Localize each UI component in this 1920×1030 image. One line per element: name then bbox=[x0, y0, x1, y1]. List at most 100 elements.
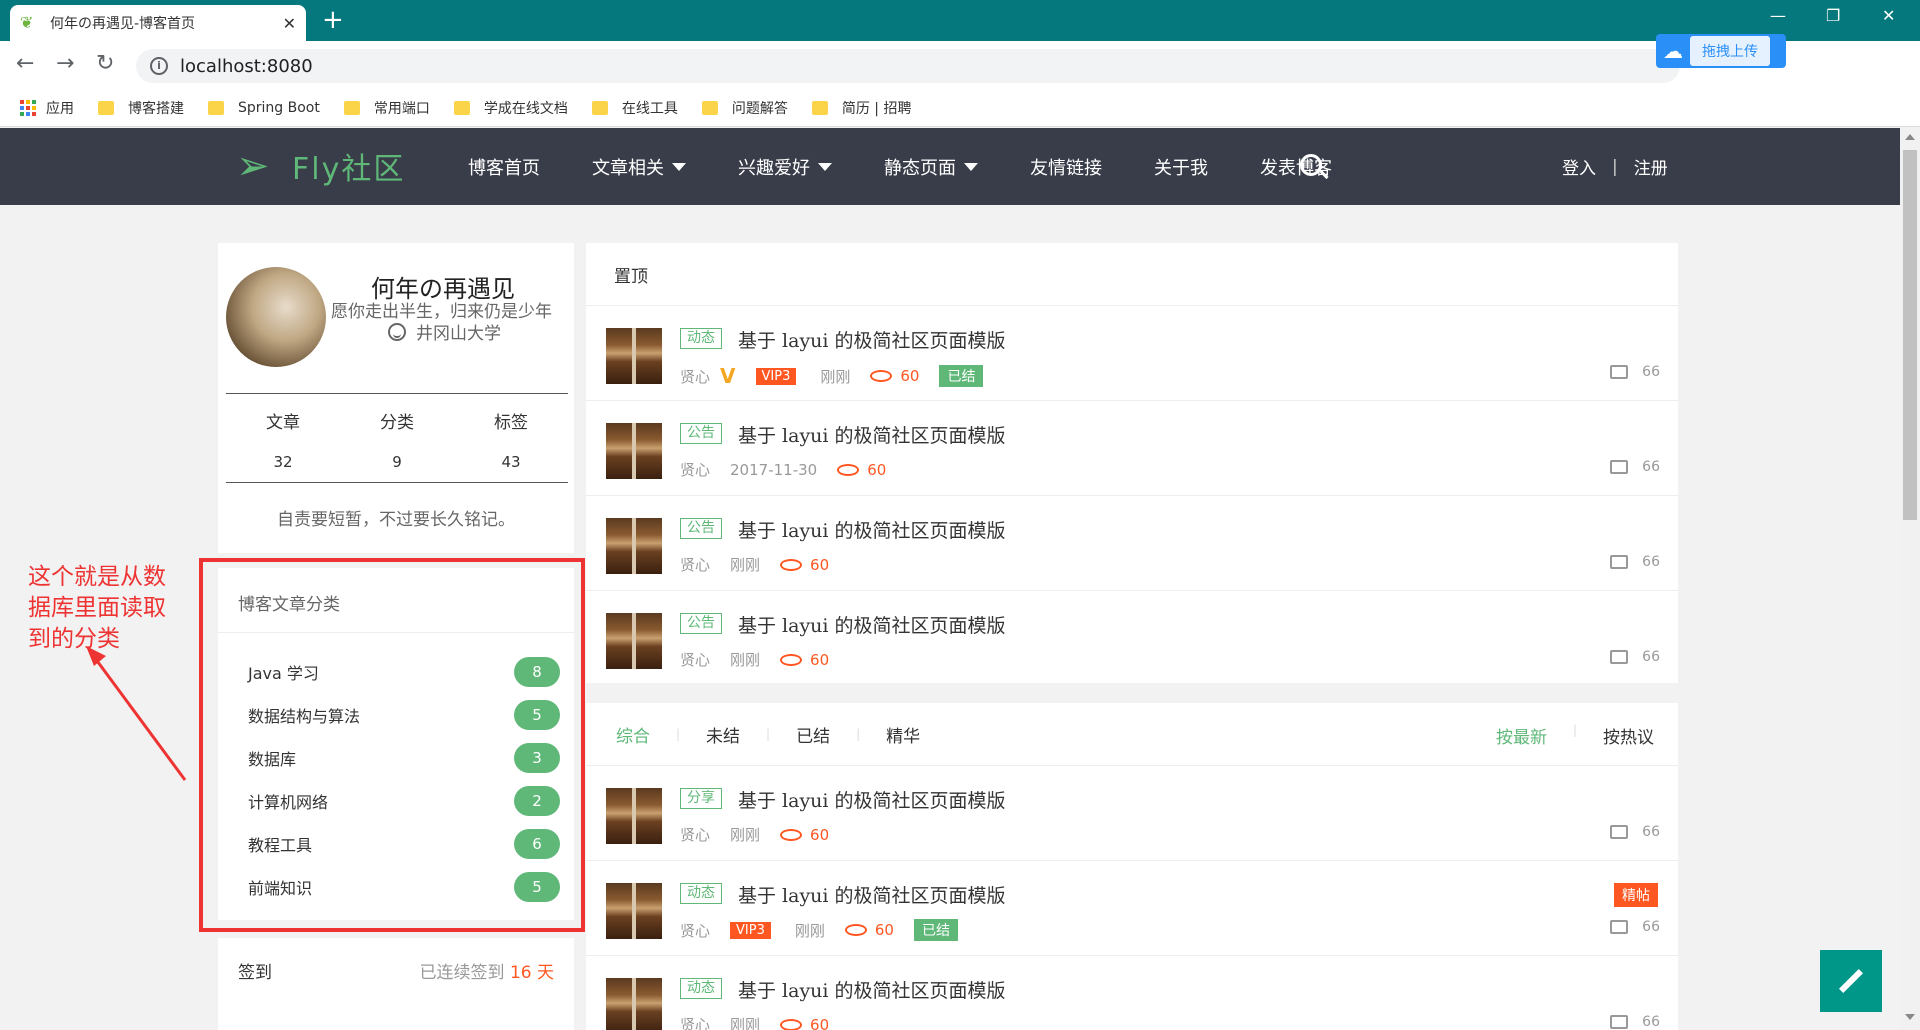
address-bar: ← → ↻ i localhost:8080 ✱ ● ⋮ bbox=[0, 41, 1920, 116]
post-item[interactable]: 分享 基于 layui 的极简社区页面模版 贤心 刚刚 60 66 bbox=[586, 766, 1678, 861]
close-window-icon[interactable]: ✕ bbox=[1882, 6, 1895, 25]
post-author[interactable]: 贤心 bbox=[680, 649, 710, 670]
stat-value: 32 bbox=[273, 453, 293, 471]
post-views: 60 bbox=[870, 367, 919, 385]
post-title[interactable]: 基于 layui 的极简社区页面模版 bbox=[738, 976, 1006, 1003]
site-logo[interactable]: ➢ Fly社区 bbox=[236, 142, 405, 190]
nav-label: 兴趣爱好 bbox=[738, 157, 810, 179]
nav-item-about[interactable]: 关于我 bbox=[1154, 154, 1208, 180]
scroll-up-icon[interactable] bbox=[1905, 134, 1915, 140]
login-link[interactable]: 登入 bbox=[1562, 154, 1596, 179]
nav-item-static-pages[interactable]: 静态页面 bbox=[884, 154, 978, 180]
vip-badge: VIP3 bbox=[755, 367, 797, 385]
views-icon bbox=[780, 558, 803, 571]
post-thumbnail[interactable] bbox=[606, 328, 662, 384]
post-time: 2017-11-30 bbox=[730, 460, 818, 479]
stat-label: 分类 bbox=[380, 413, 414, 433]
forward-icon[interactable]: → bbox=[56, 51, 74, 76]
post-thumbnail[interactable] bbox=[606, 518, 662, 574]
post-author[interactable]: 贤心 bbox=[680, 459, 710, 480]
bookmark-folder[interactable]: 常用端口 bbox=[343, 98, 430, 118]
back-icon[interactable]: ← bbox=[16, 51, 34, 76]
filter-unresolved[interactable]: 未结 bbox=[706, 722, 740, 747]
filter-featured[interactable]: 精华 bbox=[886, 722, 920, 747]
new-tab-button[interactable]: + bbox=[322, 5, 344, 35]
nav-item-articles[interactable]: 文章相关 bbox=[592, 154, 686, 180]
filter-bar: 综合 | 未结 | 已结 | 精华 按最新 | 按热议 bbox=[586, 703, 1678, 766]
post-item[interactable]: 公告 基于 layui 的极简社区页面模版 贤心 刚刚 60 66 bbox=[586, 591, 1678, 686]
minimize-icon[interactable]: — bbox=[1770, 6, 1786, 25]
nav-item-home[interactable]: 博客首页 bbox=[468, 154, 540, 180]
page-scrollbar[interactable] bbox=[1900, 128, 1920, 1030]
signin-panel: 签到 已连续签到 16 天 bbox=[218, 938, 574, 1030]
nav-item-links[interactable]: 友情链接 bbox=[1030, 154, 1102, 180]
signin-label[interactable]: 签到 bbox=[238, 958, 272, 983]
info-icon[interactable]: i bbox=[150, 57, 168, 75]
post-title[interactable]: 基于 layui 的极简社区页面模版 bbox=[738, 786, 1006, 813]
post-thumbnail[interactable] bbox=[606, 788, 662, 844]
stat-articles[interactable]: 文章 32 bbox=[226, 394, 340, 482]
post-title[interactable]: 基于 layui 的极简社区页面模版 bbox=[738, 326, 1006, 353]
sort-hottest[interactable]: 按热议 bbox=[1603, 723, 1654, 748]
post-item[interactable]: 公告 基于 layui 的极简社区页面模版 贤心 2017-11-30 60 6… bbox=[586, 401, 1678, 496]
nav-item-hobbies[interactable]: 兴趣爱好 bbox=[738, 154, 832, 180]
post-item[interactable]: 动态 基于 layui 的极简社区页面模版 贤心 刚刚 60 66 bbox=[586, 956, 1678, 1030]
views-count: 60 bbox=[867, 460, 887, 479]
post-tag: 公告 bbox=[680, 518, 722, 539]
bookmark-label: 应用 bbox=[46, 100, 74, 117]
verified-icon: V bbox=[720, 364, 736, 388]
post-item[interactable]: 动态 基于 layui 的极简社区页面模版 精帖 贤心 VIP3 刚刚 60 已… bbox=[586, 861, 1678, 956]
bookmark-folder[interactable]: 问题解答 bbox=[701, 98, 788, 118]
url-field[interactable]: i localhost:8080 bbox=[136, 49, 1680, 83]
bookmark-folder[interactable]: 简历 | 招聘 bbox=[811, 98, 911, 118]
stat-categories[interactable]: 分类 9 bbox=[340, 394, 454, 482]
bookmark-folder[interactable]: 博客搭建 bbox=[98, 98, 184, 118]
post-thumbnail[interactable] bbox=[606, 978, 662, 1030]
nav-label: 静态页面 bbox=[884, 157, 956, 179]
post-author[interactable]: 贤心 bbox=[680, 1014, 710, 1030]
sort-newest[interactable]: 按最新 bbox=[1496, 723, 1547, 748]
post-comments: 66 bbox=[1610, 919, 1660, 935]
post-author[interactable]: 贤心 bbox=[680, 554, 710, 575]
post-author[interactable]: 贤心 bbox=[680, 366, 710, 387]
post-author[interactable]: 贤心 bbox=[680, 920, 710, 941]
post-title[interactable]: 基于 layui 的极简社区页面模版 bbox=[738, 611, 1006, 638]
filter-all[interactable]: 综合 bbox=[616, 722, 650, 747]
annotation-highlight-box bbox=[199, 558, 585, 932]
scroll-down-icon[interactable] bbox=[1905, 1014, 1915, 1020]
avatar[interactable] bbox=[226, 267, 326, 367]
bookmark-folder[interactable]: 在线工具 bbox=[591, 98, 678, 118]
post-item[interactable]: 公告 基于 layui 的极简社区页面模版 贤心 刚刚 60 66 bbox=[586, 496, 1678, 591]
browser-tab-bar: ❦ 何年の再遇见-博客首页 ✕ + — ❐ ✕ bbox=[0, 0, 1920, 41]
folder-icon bbox=[208, 100, 224, 115]
bookmark-folder[interactable]: 学成在线文档 bbox=[453, 98, 568, 118]
restore-icon[interactable]: ❐ bbox=[1826, 6, 1840, 25]
caret-down-icon bbox=[672, 162, 686, 171]
browser-tab[interactable]: ❦ 何年の再遇见-博客首页 ✕ bbox=[10, 5, 306, 41]
post-author[interactable]: 贤心 bbox=[680, 824, 710, 845]
views-icon bbox=[844, 924, 867, 936]
post-title[interactable]: 基于 layui 的极简社区页面模版 bbox=[738, 421, 1006, 448]
post-thumbnail[interactable] bbox=[606, 423, 662, 479]
post-views: 60 bbox=[837, 461, 886, 479]
upload-extension[interactable]: ☁ 拖拽上传 bbox=[1656, 34, 1786, 68]
edit-fab-button[interactable] bbox=[1820, 950, 1882, 1012]
search-icon[interactable] bbox=[1300, 154, 1322, 176]
profile-quote: 自责要短暂，不过要长久铭记。 bbox=[277, 510, 515, 530]
bookmark-folder[interactable]: Spring Boot bbox=[208, 100, 320, 116]
post-title[interactable]: 基于 layui 的极简社区页面模版 bbox=[738, 516, 1006, 543]
reload-icon[interactable]: ↻ bbox=[96, 51, 114, 76]
register-link[interactable]: 注册 bbox=[1634, 154, 1668, 179]
post-thumbnail[interactable] bbox=[606, 883, 662, 939]
bookmark-apps[interactable]: 应用 bbox=[20, 98, 74, 118]
close-tab-icon[interactable]: ✕ bbox=[283, 14, 296, 33]
profile-school: 井冈山大学 bbox=[388, 319, 501, 344]
post-item[interactable]: 动态 基于 layui 的极简社区页面模版 贤心 V VIP3 刚刚 60 已结… bbox=[586, 306, 1678, 401]
filter-resolved[interactable]: 已结 bbox=[796, 722, 830, 747]
scroll-thumb[interactable] bbox=[1903, 150, 1917, 520]
stat-tags[interactable]: 标签 43 bbox=[454, 394, 568, 482]
post-title[interactable]: 基于 layui 的极简社区页面模版 bbox=[738, 881, 1006, 908]
post-thumbnail[interactable] bbox=[606, 613, 662, 669]
caret-down-icon bbox=[818, 162, 832, 171]
folder-icon bbox=[811, 100, 828, 115]
